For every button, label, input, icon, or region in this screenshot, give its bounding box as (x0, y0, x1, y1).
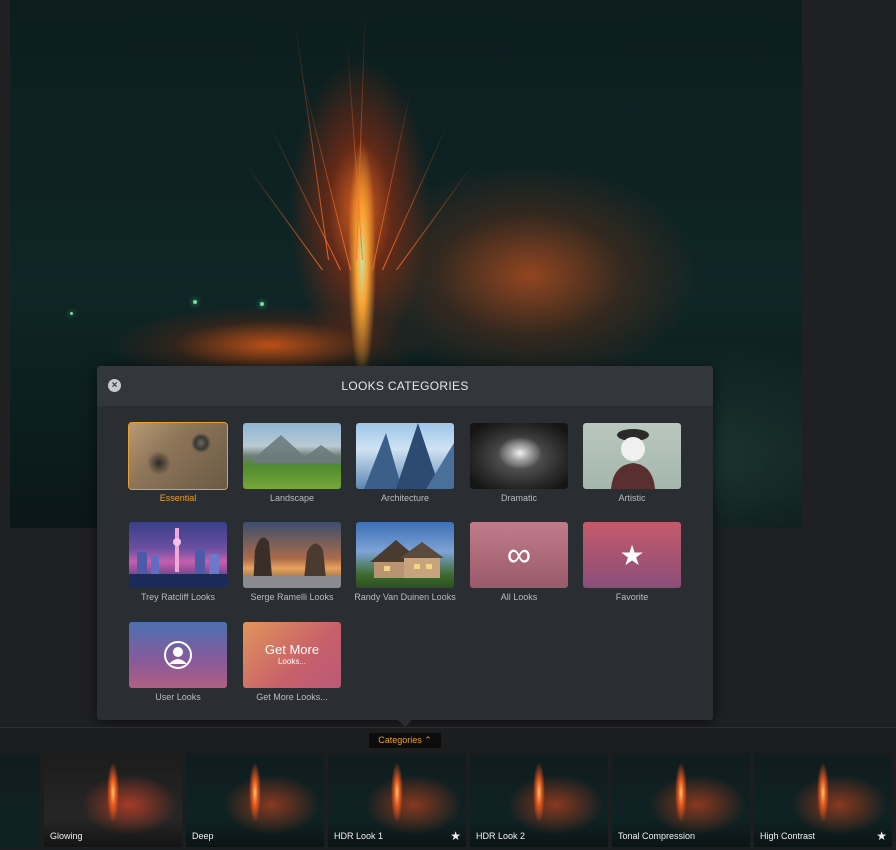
user-looks-thumbnail (129, 622, 227, 688)
look-label: HDR Look 2 (476, 831, 526, 841)
serge-ramelli-thumbnail (243, 522, 341, 588)
infinity-icon: ∞ (506, 535, 532, 574)
look-thumbnail[interactable]: High Contrast ★ (754, 753, 892, 847)
dialog-title: LOOKS CATEGORIES (341, 379, 469, 393)
category-tile-get-more-looks[interactable]: Get More Looks... Get More Looks... (243, 622, 341, 702)
category-tile-user-looks[interactable]: User Looks (129, 622, 227, 702)
artistic-thumbnail (583, 423, 681, 489)
get-more-thumbnail: Get More Looks... (243, 622, 341, 688)
category-tile-all-looks[interactable]: ∞ All Looks (470, 522, 568, 602)
look-label: Tonal Compression (618, 831, 696, 841)
star-icon[interactable]: ★ (450, 829, 461, 843)
get-more-subtitle: Looks... (277, 656, 306, 666)
look-thumbnail[interactable]: HDR Look 1 ★ (328, 753, 466, 847)
trey-ratcliff-thumbnail (129, 522, 227, 588)
dramatic-thumbnail (470, 423, 568, 489)
tile-label: Get More Looks... (256, 692, 328, 702)
tile-label: Architecture (380, 493, 430, 503)
category-tile-trey-ratcliff[interactable]: Trey Ratcliff Looks (129, 522, 227, 602)
star-icon: ★ (619, 539, 645, 571)
category-tile-landscape[interactable]: Landscape (243, 423, 341, 503)
close-icon[interactable]: × (108, 379, 121, 392)
favorite-thumbnail: ★ (583, 522, 681, 588)
looks-strip[interactable]: Glowing Deep HDR Look 1 ★ HDR Look 2 Ton… (0, 753, 896, 847)
category-tile-architecture[interactable]: Architecture (356, 423, 454, 503)
category-tile-serge-ramelli[interactable]: Serge Ramelli Looks (243, 522, 341, 602)
essential-thumbnail (128, 422, 228, 490)
tile-label: Favorite (615, 592, 649, 602)
popover-arrow (398, 720, 412, 727)
category-tile-dramatic[interactable]: Dramatic (470, 423, 568, 503)
looks-categories-dialog: × LOOKS CATEGORIES Essential Landscape A… (97, 366, 713, 720)
landscape-thumbnail (243, 423, 341, 489)
look-thumbnail[interactable]: Tonal Compression (612, 753, 750, 847)
category-tile-artistic[interactable]: Artistic (583, 423, 681, 503)
star-icon[interactable]: ★ (876, 829, 887, 843)
looks-strip-bar: Categories ⌃ Glowing Deep HDR Look 1 ★ H… (0, 727, 896, 850)
look-label: Deep (192, 831, 214, 841)
all-looks-thumbnail: ∞ (470, 522, 568, 588)
dialog-header: × LOOKS CATEGORIES (97, 366, 713, 406)
randy-van-duinen-thumbnail (356, 522, 454, 588)
tile-label: User Looks (155, 692, 201, 702)
look-thumbnail[interactable] (0, 753, 40, 847)
architecture-thumbnail (356, 423, 454, 489)
tile-label: Trey Ratcliff Looks (140, 592, 216, 602)
category-tile-randy-van-duinen[interactable]: Randy Van Duinen Looks (354, 522, 456, 602)
category-tile-favorite[interactable]: ★ Favorite (583, 522, 681, 602)
get-more-title: Get More (264, 642, 320, 658)
look-label: HDR Look 1 (334, 831, 384, 841)
tile-label: Dramatic (500, 493, 537, 503)
tile-label: Artistic (618, 493, 646, 503)
look-thumbnail[interactable]: Deep (186, 753, 324, 847)
category-tile-essential[interactable]: Essential (128, 422, 228, 503)
categories-button[interactable]: Categories ⌃ (369, 733, 441, 748)
user-icon (129, 622, 227, 688)
look-thumbnail[interactable]: Glowing (44, 753, 182, 847)
look-label: Glowing (50, 831, 83, 841)
tile-label: Essential (159, 493, 197, 503)
tile-label: Landscape (269, 493, 315, 503)
look-thumbnail[interactable]: HDR Look 2 (470, 753, 608, 847)
tile-label: Serge Ramelli Looks (250, 592, 334, 602)
look-label: High Contrast (760, 831, 816, 841)
tile-label: All Looks (500, 592, 538, 602)
tile-label: Randy Van Duinen Looks (354, 592, 456, 602)
